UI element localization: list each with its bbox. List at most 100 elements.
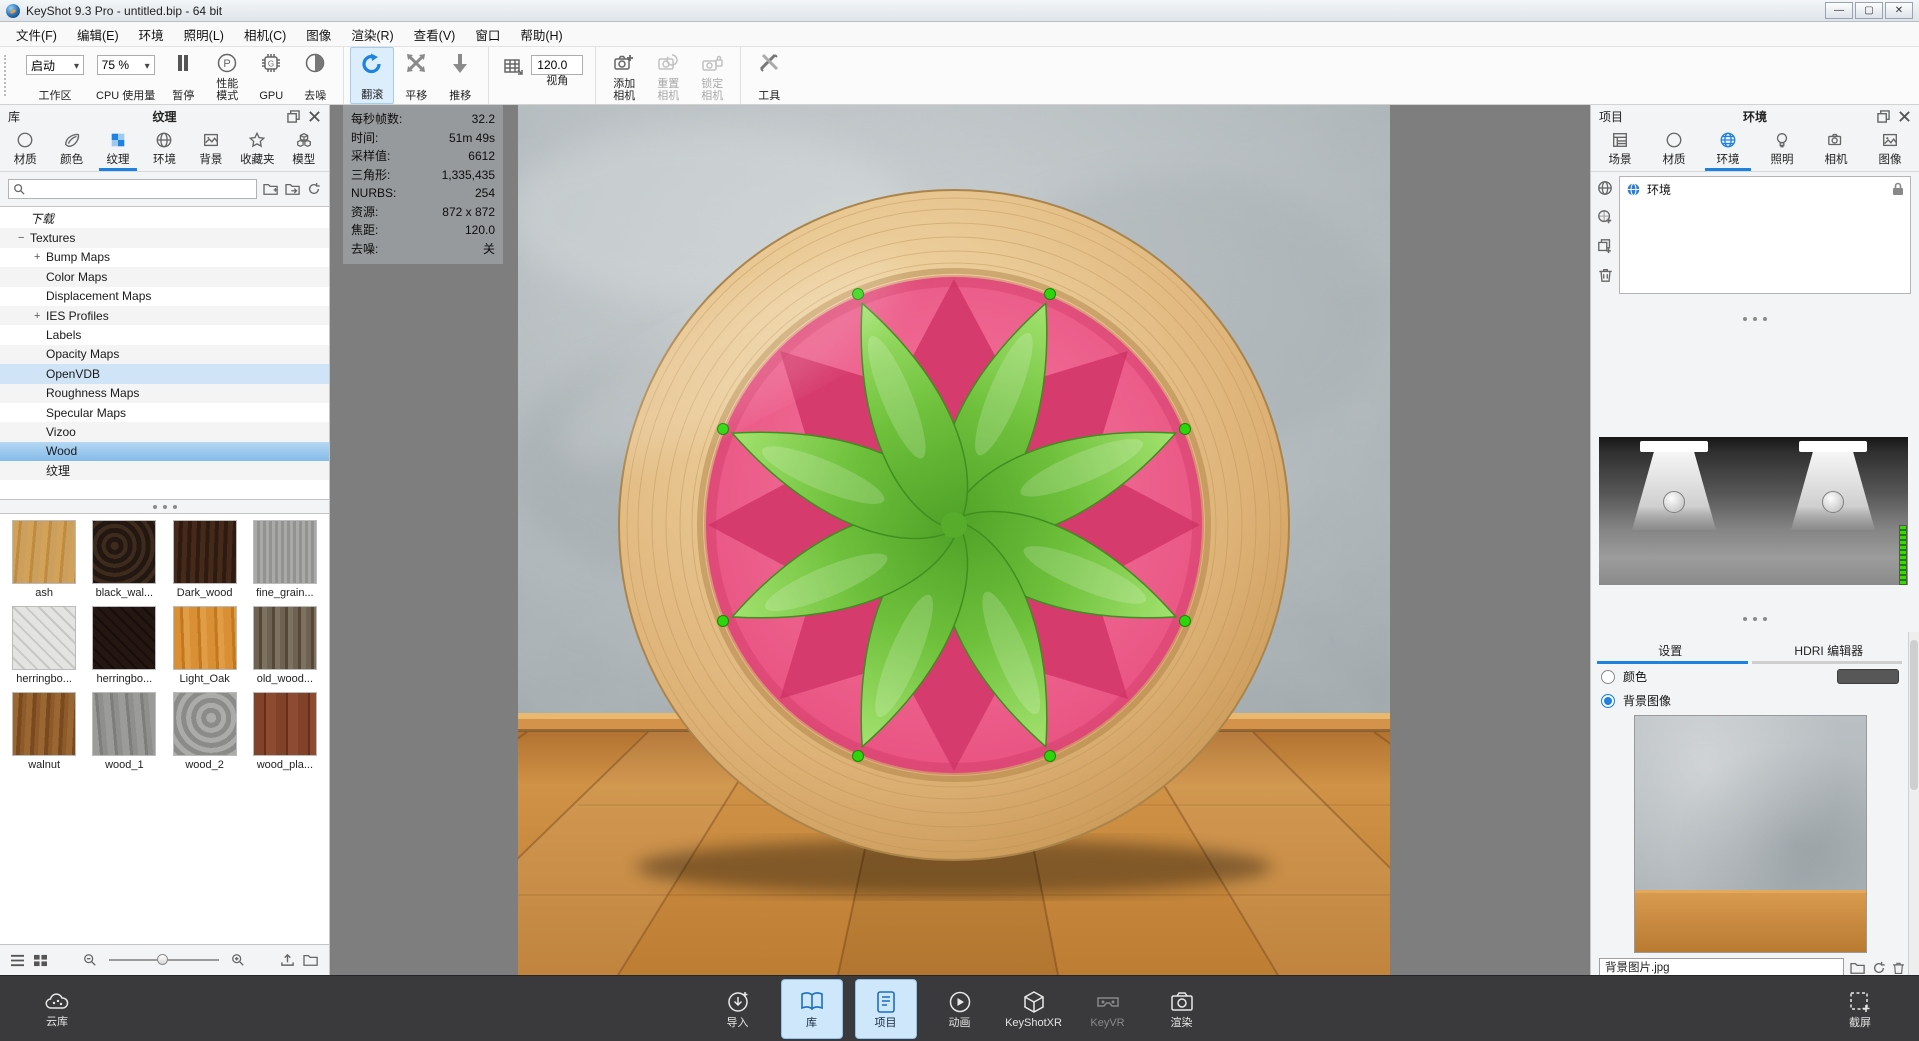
color-radio[interactable] bbox=[1601, 669, 1615, 684]
float-panel-icon[interactable] bbox=[287, 109, 300, 123]
dock-animation-button[interactable]: 动画 bbox=[929, 979, 991, 1039]
menu-lighting[interactable]: 照明(L) bbox=[174, 22, 234, 47]
browse-folder-icon[interactable] bbox=[1850, 961, 1866, 975]
import-folder-icon[interactable] bbox=[285, 182, 301, 196]
trash-icon[interactable] bbox=[1892, 961, 1905, 975]
library-tab-backplates[interactable]: 背景 bbox=[188, 127, 234, 171]
environment-sphere-icon[interactable] bbox=[1597, 180, 1613, 196]
texture-thumb-dark-wood[interactable]: Dark_wood bbox=[171, 520, 239, 606]
menu-image[interactable]: 图像 bbox=[296, 22, 341, 47]
menu-camera[interactable]: 相机(C) bbox=[234, 22, 296, 47]
close-panel-icon[interactable] bbox=[308, 110, 321, 123]
tree-item-vizoo[interactable]: Vizoo bbox=[0, 422, 329, 442]
scrollbar-thumb[interactable] bbox=[1910, 640, 1918, 790]
refresh-icon[interactable] bbox=[307, 182, 321, 196]
tree-item-opacity-maps[interactable]: Opacity Maps bbox=[0, 344, 329, 365]
panel-splitter[interactable] bbox=[1591, 612, 1919, 625]
tree-item-labels[interactable]: Labels bbox=[0, 325, 329, 344]
tree-item-downloads[interactable]: 下载 bbox=[0, 209, 329, 228]
dolly-button[interactable]: 推移 bbox=[438, 47, 482, 104]
dock-keyshotxr-button[interactable]: KeyShotXR bbox=[1003, 979, 1065, 1039]
project-tab-environment[interactable]: 环境 bbox=[1701, 127, 1755, 171]
search-input[interactable] bbox=[8, 179, 257, 199]
texture-thumb-black-walnut[interactable]: black_wal... bbox=[90, 520, 158, 606]
add-folder-icon[interactable] bbox=[263, 182, 279, 196]
hdri-environment-preview[interactable] bbox=[1599, 437, 1908, 585]
texture-thumb-herringbone-1[interactable]: herringbo... bbox=[10, 606, 78, 692]
project-tab-camera[interactable]: 相机 bbox=[1809, 127, 1863, 171]
library-tab-materials[interactable]: 材质 bbox=[2, 127, 48, 171]
dock-library-button[interactable]: 库 bbox=[780, 978, 843, 1039]
background-image-preview[interactable] bbox=[1634, 715, 1867, 953]
maximize-button[interactable]: ▢ bbox=[1855, 2, 1883, 19]
panel-splitter[interactable] bbox=[0, 500, 329, 513]
tumble-button[interactable]: 翻滚 bbox=[350, 47, 395, 104]
tree-item-textures-cn[interactable]: 纹理 bbox=[0, 461, 329, 481]
library-tab-textures[interactable]: 纹理 bbox=[95, 127, 141, 171]
close-panel-icon[interactable] bbox=[1898, 110, 1911, 123]
close-button[interactable]: ✕ bbox=[1885, 2, 1913, 19]
tree-item-specular-maps[interactable]: Specular Maps bbox=[0, 403, 329, 422]
performance-mode-button[interactable]: P 性能 模式 bbox=[205, 47, 249, 104]
tree-item-displacement-maps[interactable]: Displacement Maps bbox=[0, 287, 329, 306]
menu-file[interactable]: 文件(F) bbox=[6, 22, 67, 47]
hdri-editor-tab[interactable]: HDRI 编辑器 bbox=[1750, 642, 1909, 664]
project-tab-scene[interactable]: 场景 bbox=[1593, 127, 1647, 171]
menu-render[interactable]: 渲染(R) bbox=[341, 22, 403, 47]
tree-item-color-maps[interactable]: Color Maps bbox=[0, 267, 329, 287]
texture-thumb-old-wood[interactable]: old_wood... bbox=[251, 606, 319, 692]
settings-scrollbar[interactable] bbox=[1908, 632, 1919, 975]
menu-edit[interactable]: 编辑(E) bbox=[67, 22, 129, 47]
tools-button[interactable]: 工具 bbox=[747, 47, 791, 104]
hdri-light-pin[interactable] bbox=[1632, 441, 1716, 537]
float-panel-icon[interactable] bbox=[1877, 109, 1890, 123]
dock-keyvr-button[interactable]: KeyVR bbox=[1077, 979, 1139, 1039]
slider-handle[interactable] bbox=[157, 954, 168, 965]
gpu-button[interactable]: G GPU bbox=[249, 47, 293, 104]
add-environment-icon[interactable] bbox=[1597, 209, 1613, 225]
menu-view[interactable]: 查看(V) bbox=[404, 22, 466, 47]
list-view-icon[interactable] bbox=[10, 954, 25, 967]
menu-window[interactable]: 窗口 bbox=[465, 22, 510, 47]
dock-project-button[interactable]: 项目 bbox=[854, 978, 917, 1039]
dock-import-button[interactable]: 导入 bbox=[707, 979, 769, 1039]
texture-thumb-wood-1[interactable]: wood_1 bbox=[90, 692, 158, 778]
menu-environment[interactable]: 环境 bbox=[129, 22, 174, 47]
cpu-usage-dropdown[interactable]: 75 % bbox=[96, 55, 155, 75]
duplicate-environment-icon[interactable] bbox=[1597, 238, 1613, 254]
menu-help[interactable]: 帮助(H) bbox=[510, 22, 572, 47]
background-color-swatch[interactable] bbox=[1837, 669, 1899, 684]
fov-field[interactable] bbox=[531, 55, 584, 75]
grid-view-icon[interactable] bbox=[33, 954, 48, 967]
tree-item-bump-maps[interactable]: Bump Maps bbox=[0, 248, 329, 267]
folder-icon[interactable] bbox=[303, 953, 319, 967]
tree-item-textures[interactable]: Textures bbox=[0, 228, 329, 248]
toolbar-grip[interactable] bbox=[4, 55, 7, 96]
library-tab-colors[interactable]: 颜色 bbox=[48, 127, 94, 171]
cloud-library-button[interactable]: 云库 bbox=[26, 979, 88, 1039]
project-tab-materials[interactable]: 材质 bbox=[1647, 127, 1701, 171]
reload-icon[interactable] bbox=[1872, 961, 1886, 975]
background-image-radio[interactable] bbox=[1601, 693, 1615, 708]
render-view[interactable] bbox=[330, 105, 1590, 975]
tree-item-wood[interactable]: Wood bbox=[0, 441, 329, 462]
texture-thumb-herringbone-2[interactable]: herringbo... bbox=[90, 606, 158, 692]
pan-button[interactable]: 平移 bbox=[394, 47, 438, 104]
texture-thumb-wood-2[interactable]: wood_2 bbox=[171, 692, 239, 778]
lock-camera-button[interactable]: 锁定 相机 bbox=[690, 47, 734, 104]
upload-icon[interactable] bbox=[280, 953, 295, 967]
library-tab-environments[interactable]: 环境 bbox=[141, 127, 187, 171]
dock-render-button[interactable]: 渲染 bbox=[1151, 979, 1213, 1039]
texture-thumb-light-oak[interactable]: Light_Oak bbox=[171, 606, 239, 692]
tree-item-openvdb[interactable]: OpenVDB bbox=[0, 364, 329, 384]
zoom-out-icon[interactable] bbox=[83, 953, 97, 967]
hdri-brightness-slider[interactable] bbox=[1899, 525, 1907, 585]
texture-thumb-fine-grain[interactable]: fine_grain... bbox=[251, 520, 319, 606]
panel-splitter[interactable] bbox=[1591, 312, 1919, 325]
environment-list-item[interactable]: 环境 bbox=[1620, 177, 1910, 202]
pause-button[interactable]: 暂停 bbox=[161, 47, 205, 104]
workspace-dropdown[interactable]: 启动 bbox=[26, 55, 84, 75]
thumbnail-size-slider[interactable] bbox=[109, 954, 219, 965]
reset-camera-button[interactable]: 重置 相机 bbox=[646, 47, 690, 104]
delete-environment-icon[interactable] bbox=[1598, 267, 1613, 283]
